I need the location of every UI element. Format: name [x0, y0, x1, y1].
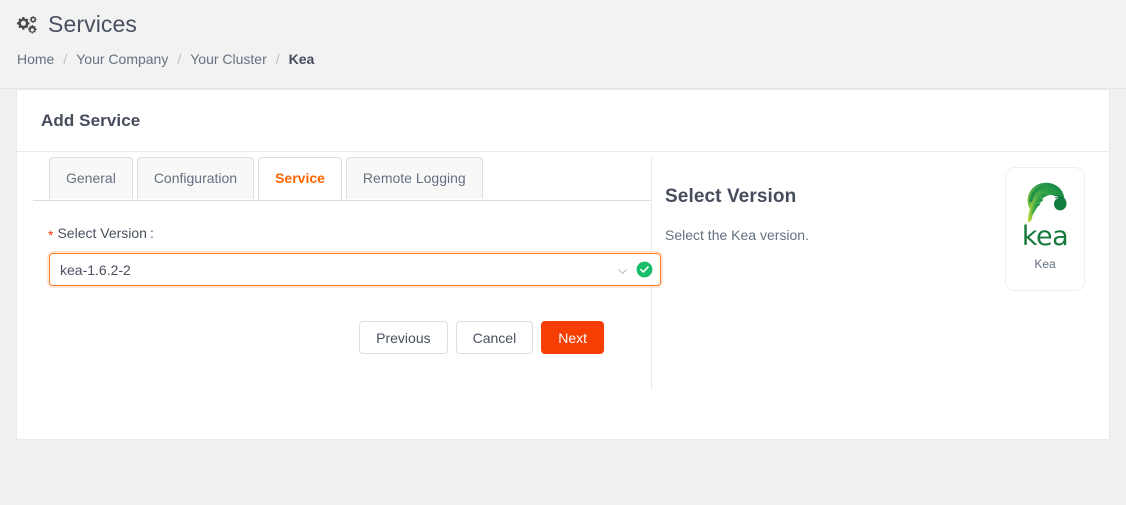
tab-remote-logging[interactable]: Remote Logging [345, 157, 483, 199]
select-version-value: kea-1.6.2-2 [60, 261, 131, 278]
select-version-label-text: Select Version [57, 225, 147, 241]
page-header: Services Home / Your Company / Your Clus… [0, 0, 1126, 89]
card-title: Add Service [41, 110, 141, 130]
cancel-button[interactable]: Cancel [455, 321, 534, 354]
kea-parrot-logo-icon [1022, 180, 1068, 222]
tab-list: General Configuration Service Remote Log… [49, 157, 651, 200]
select-version-control: kea-1.6.2-2 [49, 253, 661, 286]
kea-wordmark: kea [1021, 221, 1069, 252]
card-body: General Configuration Service Remote Log… [17, 152, 1109, 440]
previous-button[interactable]: Previous [359, 321, 448, 354]
breadcrumb-item-your-company[interactable]: Your Company [76, 51, 168, 67]
breadcrumb-item-your-cluster[interactable]: Your Cluster [190, 51, 267, 67]
form-pane: General Configuration Service Remote Log… [17, 152, 661, 440]
add-service-card: Add Service General Configuration Servic… [16, 89, 1110, 440]
form-area: * Select Version: kea-1.6.2-2 Previous C… [33, 201, 661, 354]
wizard-tabs: General Configuration Service Remote Log… [33, 157, 651, 201]
card-header: Add Service [17, 90, 1109, 152]
kea-logo-caption: Kea [1034, 257, 1056, 271]
info-pane: Select Version Select the Kea version. k… [652, 152, 1109, 440]
breadcrumb-separator: / [177, 51, 182, 67]
select-version-input[interactable]: kea-1.6.2-2 [49, 253, 661, 286]
info-title: Select Version [665, 186, 797, 207]
next-button[interactable]: Next [541, 321, 604, 354]
label-colon: : [149, 225, 154, 241]
breadcrumb: Home / Your Company / Your Cluster / Kea [16, 42, 1110, 67]
breadcrumb-separator: / [63, 51, 68, 67]
breadcrumb-item-home[interactable]: Home [17, 51, 54, 67]
kea-logo-tile: kea Kea [1005, 167, 1085, 291]
tabs-baseline [33, 200, 651, 201]
page-title: Services [48, 11, 137, 37]
required-marker: * [48, 227, 54, 243]
info-description: Select the Kea version. [665, 227, 809, 243]
check-circle-icon [636, 261, 653, 278]
info-text-block: Select Version Select the Kea version. [665, 186, 809, 440]
breadcrumb-separator: / [275, 51, 280, 67]
tab-service[interactable]: Service [258, 157, 342, 200]
breadcrumb-item-kea: Kea [288, 51, 315, 67]
select-version-label: * Select Version: [48, 225, 633, 243]
cogs-icon [16, 14, 40, 36]
wizard-button-row: Previous Cancel Next [33, 321, 633, 354]
tab-configuration[interactable]: Configuration [136, 157, 255, 199]
page-title-row: Services [16, 0, 1110, 42]
tab-general[interactable]: General [49, 157, 133, 199]
